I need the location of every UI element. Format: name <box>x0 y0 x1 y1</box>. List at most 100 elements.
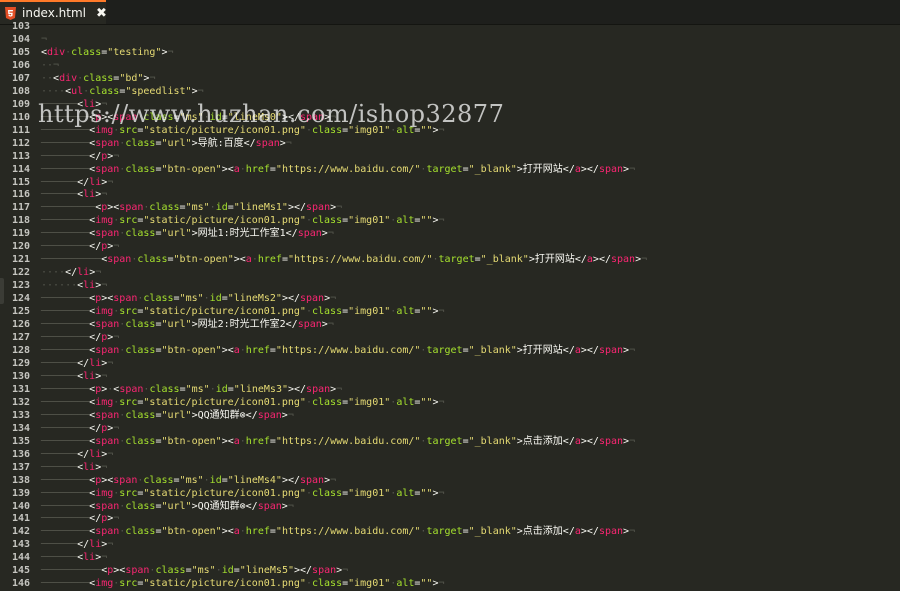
code-token: class <box>311 306 343 318</box>
code-token: ¬ <box>95 267 102 279</box>
code-token: "btn-open" <box>161 345 222 356</box>
code-token: ></ <box>293 565 313 577</box>
code-token: alt <box>396 306 415 318</box>
line-number: 142 <box>11 526 30 538</box>
code-token: ──────── <box>41 409 90 421</box>
code-token: ¬ <box>327 228 334 240</box>
code-token: id <box>215 202 228 214</box>
code-token: ¬ <box>113 150 120 162</box>
code-token: src <box>119 124 138 136</box>
code-line: 115 ──────</li>¬ <box>0 176 113 189</box>
code-line: 120 ────────</p>¬ <box>0 240 119 253</box>
code-token: ¬ <box>149 72 156 84</box>
code-token: "lineMs1" <box>233 202 288 214</box>
line-number: 108 <box>11 85 30 97</box>
line-number: 104 <box>11 33 30 45</box>
code-token: "lineMs0" <box>227 111 282 123</box>
code-token: ────── <box>41 189 78 201</box>
code-text: ────────</p>¬ <box>41 422 119 435</box>
code-token: "_blank" <box>468 435 517 447</box>
line-number: 120 <box>11 241 30 253</box>
code-token: >< <box>101 111 114 123</box>
code-token: class <box>125 500 156 512</box>
code-token: </ <box>77 448 90 460</box>
code-token: </ <box>89 422 102 434</box>
line-number: 123 <box>11 280 30 292</box>
code-token: ></ <box>580 163 599 175</box>
code-token: ¬ <box>101 98 108 110</box>
line-number: 144 <box>11 552 30 564</box>
code-token: span <box>598 526 624 538</box>
code-token: "static/picture/icon01.png" <box>143 578 306 590</box>
code-token: span <box>95 345 120 356</box>
code-text: ────────<span·class="url">网址1:时光工作室1</sp… <box>41 227 334 240</box>
code-line: 113 ────────</p>¬ <box>0 150 119 163</box>
code-token: "url" <box>161 137 192 149</box>
line-number: 132 <box>11 396 30 408</box>
code-line: 136 ──────</li>¬ <box>0 448 113 461</box>
code-text: ────────<img·src="static/picture/icon01.… <box>41 396 445 409</box>
code-token: ──────── <box>41 163 90 175</box>
code-token: class <box>71 46 102 58</box>
code-token: >< <box>113 565 126 577</box>
code-token: >< <box>221 163 234 175</box>
code-token: ¬ <box>113 422 120 434</box>
line-number: 121 <box>11 254 30 266</box>
code-token: li <box>83 370 96 382</box>
code-line: 128 ────────<span·class="btn-open"><a·hre… <box>0 344 635 357</box>
code-token: >网址2:时光工作室2</ <box>191 319 298 331</box>
line-number: 114 <box>11 163 30 175</box>
code-token: "" <box>420 124 433 136</box>
code-line: 123 ······<li>¬ <box>0 279 107 292</box>
code-token: ¬ <box>438 215 445 227</box>
code-token: src <box>119 396 138 408</box>
line-number: 129 <box>11 357 30 369</box>
close-icon[interactable]: ✖ <box>96 6 107 21</box>
line-number: 111 <box>11 124 30 136</box>
code-token: ────── <box>41 176 78 188</box>
code-text: ──────</li>¬ <box>41 538 113 551</box>
code-token: ¬ <box>101 552 108 564</box>
code-token: ──────── <box>41 228 90 240</box>
code-token: ¬ <box>41 33 48 45</box>
line-number: 109 <box>11 98 30 110</box>
line-number: 124 <box>11 293 30 305</box>
code-token: ></ <box>287 202 307 214</box>
code-token: class <box>311 487 343 499</box>
code-token: span <box>257 500 282 512</box>
code-token: ¬ <box>438 306 445 318</box>
code-token: ¬ <box>107 539 114 551</box>
code-token: span <box>113 293 138 305</box>
code-token: ></ <box>281 111 300 123</box>
code-line: 105 <div·class="testing">¬ <box>0 46 174 59</box>
code-text: <div·class="testing">¬ <box>41 46 174 59</box>
line-number: 117 <box>11 202 30 214</box>
code-area[interactable]: 103 104 ¬ 105 <div·class="testing">¬ 106 ··¬ 10… <box>0 21 900 591</box>
code-line: 107 ··<div·class="bd">¬ <box>0 72 156 85</box>
code-token: li <box>83 461 96 473</box>
code-token: ──────── <box>41 306 90 318</box>
code-text: ────────<span·class="url">导航:百度</span>¬ <box>41 137 292 150</box>
code-token: "_blank" <box>480 254 529 266</box>
code-token: "url" <box>161 319 192 331</box>
line-number: 112 <box>11 137 30 149</box>
code-line: 108 ····<ul·class="speedlist">¬ <box>0 85 204 98</box>
code-token: "" <box>420 487 433 499</box>
code-token: >打开网站</ <box>528 254 587 266</box>
code-line: 137 ──────<li>¬ <box>0 461 107 474</box>
code-token: ────────── <box>41 254 102 266</box>
code-token: "https://www.baidu.com/" <box>275 435 421 447</box>
code-line: 139 ────────<img·src="static/picture/icon… <box>0 487 445 500</box>
code-token: li <box>89 448 102 460</box>
code-token: ──────── <box>41 124 90 136</box>
code-line: 146 ────────<img·src="static/picture/icon… <box>0 577 445 590</box>
code-token: "testing" <box>107 46 162 58</box>
code-token: span <box>255 137 280 149</box>
code-token: ──────── <box>41 578 90 590</box>
code-token: target <box>426 345 463 356</box>
code-text: ────────</p>¬ <box>41 512 119 525</box>
code-token: ────── <box>41 357 78 369</box>
code-token: alt <box>396 578 415 590</box>
code-token: "btn-open" <box>161 163 222 175</box>
code-token: </ <box>77 539 90 551</box>
